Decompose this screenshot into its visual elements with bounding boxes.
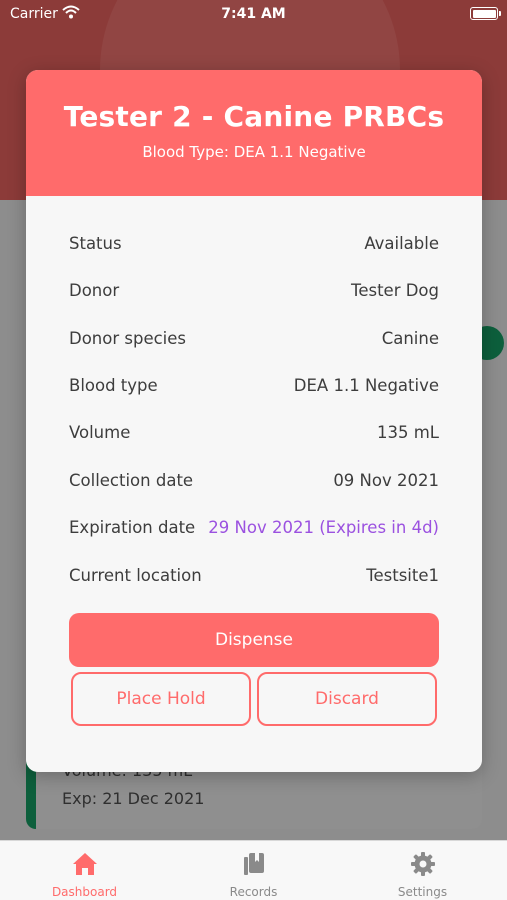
detail-value: Canine [381, 329, 439, 348]
tab-settings[interactable]: Settings [338, 841, 507, 900]
tab-label: Records [229, 885, 278, 899]
status-bar: Carrier 7:41 AM [0, 0, 507, 30]
modal-header: Tester 2 - Canine PRBCs Blood Type: DEA … [26, 70, 482, 196]
detail-value: 135 mL [376, 423, 439, 442]
home-icon [73, 853, 97, 875]
expiration-value: 29 Nov 2021 (Expires in 4d) [208, 518, 439, 537]
detail-label: Donor [69, 281, 120, 300]
card-expiry-text: Exp: 21 Dec 2021 [62, 789, 205, 808]
detail-value: Tester Dog [351, 281, 439, 300]
detail-row-volume: Volume 135 mL [69, 423, 439, 447]
detail-label: Expiration date [69, 518, 196, 537]
detail-row-donor: Donor Tester Dog [69, 281, 439, 305]
place-hold-button[interactable]: Place Hold [71, 672, 251, 726]
detail-value: Testsite1 [366, 566, 439, 585]
detail-row-blood-type: Blood type DEA 1.1 Negative [69, 376, 439, 400]
detail-label: Current location [69, 566, 202, 585]
tab-dashboard[interactable]: Dashboard [0, 841, 169, 900]
detail-label: Donor species [69, 329, 187, 348]
detail-label: Status [69, 234, 122, 253]
detail-value: DEA 1.1 Negative [293, 376, 439, 395]
detail-row-collection-date: Collection date 09 Nov 2021 [69, 471, 439, 495]
tab-bar: Dashboard Records Settings [0, 840, 507, 900]
tab-records[interactable]: Records [169, 841, 338, 900]
detail-row-expiration-date: Expiration date 29 Nov 2021 (Expires in … [69, 518, 439, 542]
detail-value: 09 Nov 2021 [333, 471, 439, 490]
battery-icon [470, 7, 501, 20]
modal-title: Tester 2 - Canine PRBCs [63, 100, 445, 133]
detail-label: Blood type [69, 376, 158, 395]
tab-label: Dashboard [51, 885, 118, 899]
tab-label: Settings [397, 885, 448, 899]
detail-row-status: Status Available [69, 234, 439, 258]
discard-button[interactable]: Discard [257, 672, 437, 726]
detail-label: Collection date [69, 471, 194, 490]
detail-row-current-location: Current location Testsite1 [69, 566, 439, 590]
clock: 7:41 AM [221, 6, 286, 22]
blood-unit-detail-modal: Tester 2 - Canine PRBCs Blood Type: DEA … [26, 70, 482, 772]
detail-label: Volume [69, 423, 131, 442]
detail-value: Available [364, 234, 439, 253]
detail-row-donor-species: Donor species Canine [69, 329, 439, 353]
gear-icon [411, 852, 435, 876]
dispense-button[interactable]: Dispense [69, 613, 439, 667]
book-icon [244, 853, 264, 875]
modal-subtitle: Blood Type: DEA 1.1 Negative [142, 143, 366, 161]
